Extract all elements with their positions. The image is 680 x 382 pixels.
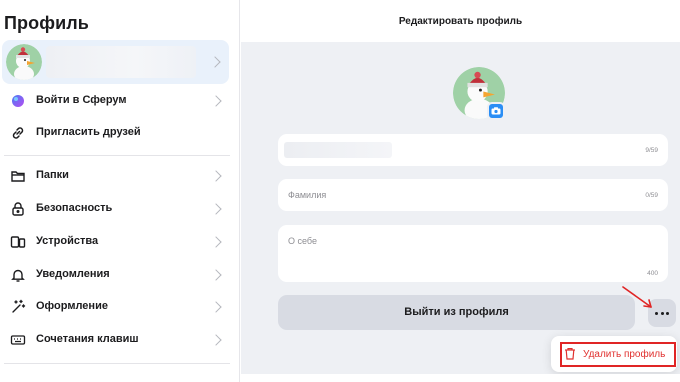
sidebar-item-label: Устройства [36,235,99,247]
dot [666,312,669,315]
lock-icon [12,202,24,216]
profile-card[interactable] [2,40,229,84]
sidebar-item-appearance[interactable]: Оформление [0,292,232,322]
highlight-box [560,342,676,367]
sferum-logo-icon [12,95,24,107]
annotation-arrow [622,286,652,308]
first-name-field[interactable]: 9/59 [278,134,668,166]
sidebar-item-label: Папки [36,169,69,181]
bottom-strip [241,374,680,382]
sidebar-item-label: Пригласить друзей [36,126,141,138]
magic-wand-icon [12,299,26,313]
sidebar-item-label: Безопасность [36,202,113,214]
about-placeholder: О себе [288,236,317,246]
sidebar-item-label: Войти в Сферум [36,94,127,106]
char-counter: 400 [647,270,658,277]
sidebar-item-shortcuts[interactable]: Сочетания клавиш [0,325,232,355]
chevron-right-icon [210,236,222,248]
about-field[interactable]: О себе 400 [278,225,668,282]
chevron-right-icon [210,269,222,281]
sidebar-item-label: Оформление [36,300,108,312]
char-counter: 0/59 [645,192,658,199]
link-icon [12,127,24,139]
profile-name-hidden [46,46,196,78]
logout-button[interactable]: Выйти из профиля [278,295,635,330]
sidebar-item-folders[interactable]: Папки [0,161,232,191]
divider [4,363,230,364]
sidebar-item-label: Уведомления [36,268,110,280]
devices-icon [10,236,26,248]
avatar [6,44,42,80]
chevron-right-icon [209,56,221,68]
chevron-right-icon [210,95,222,107]
sidebar-title: Профиль [4,13,89,33]
folder-icon [11,171,25,182]
first-name-value-hidden [284,142,392,158]
bell-icon [11,269,25,282]
profile-editor: Редактировать профиль 9/59 Фамилия 0/59 … [241,0,680,382]
char-counter: 9/59 [645,147,658,154]
sidebar: Профиль Войти в Сферум Пригласить друзей… [0,0,240,382]
page-title: Редактировать профиль [398,16,523,27]
sidebar-item-security[interactable]: Безопасность [0,194,232,224]
sidebar-item-devices[interactable]: Устройства [0,227,232,257]
chevron-right-icon [210,301,222,313]
camera-icon[interactable] [487,102,505,120]
chevron-right-icon [210,170,222,182]
sidebar-item-label: Сочетания клавиш [36,333,139,345]
editor-header: Редактировать профиль [241,0,680,42]
sidebar-item-sferum[interactable]: Войти в Сферум [0,86,232,116]
keyboard-icon [10,335,26,345]
last-name-placeholder: Фамилия [288,190,327,200]
last-name-field[interactable]: Фамилия 0/59 [278,179,668,211]
sidebar-item-invite[interactable]: Пригласить друзей [0,118,232,148]
divider [4,155,230,156]
chevron-right-icon [210,334,222,346]
chevron-right-icon [210,203,222,215]
sidebar-item-notifications[interactable]: Уведомления [0,260,232,290]
logout-label: Выйти из профиля [404,306,509,318]
